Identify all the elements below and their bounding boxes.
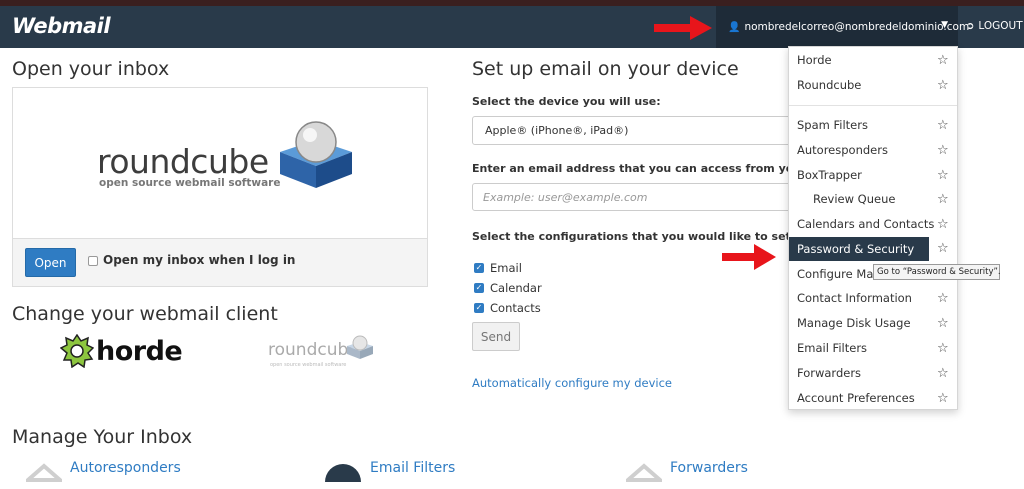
roundcube-tagline: open source webmail software <box>99 177 281 189</box>
dropdown-item-label: Account Preferences <box>797 391 915 405</box>
dropdown-item-spam-filters[interactable]: Spam Filters ☆ <box>789 113 957 137</box>
dropdown-item-contact-information[interactable]: Contact Information ☆ <box>789 286 957 310</box>
dropdown-item-review-queue[interactable]: Review Queue ☆ <box>789 187 957 211</box>
user-icon: 👤 <box>728 21 741 33</box>
dropdown-item-boxtrapper[interactable]: BoxTrapper ☆ <box>789 163 957 187</box>
roundcube-panel-footer: Open Open my inbox when I log in <box>13 238 427 286</box>
star-icon[interactable]: ☆ <box>937 316 949 331</box>
dropdown-item-calendars-contacts[interactable]: Calendars and Contacts ☆ <box>789 212 957 236</box>
send-button[interactable]: Send <box>472 322 520 351</box>
roundcube-wordmark: roundcube <box>97 142 269 181</box>
manage-autoresponders-link[interactable]: Autoresponders <box>70 460 181 476</box>
dropdown-item-label: Review Queue <box>813 192 896 206</box>
device-select-label: Select the device you will use: <box>472 95 661 108</box>
dropdown-item-horde[interactable]: Horde ☆ <box>789 48 957 72</box>
star-icon[interactable]: ☆ <box>937 241 949 256</box>
dropdown-item-manage-disk-usage[interactable]: Manage Disk Usage ☆ <box>789 311 957 335</box>
roundcube-cube-icon <box>280 121 352 188</box>
forwarders-icon <box>626 463 662 482</box>
manage-inbox-heading: Manage Your Inbox <box>12 426 193 448</box>
roundcube-small-cube-icon <box>347 335 373 359</box>
autoresponders-icon <box>26 463 62 482</box>
star-icon[interactable]: ☆ <box>937 53 949 68</box>
open-inbox-checkbox[interactable] <box>88 256 98 266</box>
dropdown-item-account-preferences[interactable]: Account Preferences ☆ <box>789 386 957 410</box>
star-icon[interactable]: ☆ <box>937 192 949 207</box>
star-icon[interactable]: ☆ <box>937 217 949 232</box>
config-contacts-option[interactable]: ✓ Contacts <box>474 301 541 315</box>
star-icon[interactable]: ☆ <box>937 291 949 306</box>
logout-icon: ➲ <box>966 20 975 32</box>
manage-email-filters-link[interactable]: Email Filters <box>370 460 455 476</box>
manage-forwarders-link[interactable]: Forwarders <box>670 460 748 476</box>
dropdown-item-label: Manage Disk Usage <box>797 316 911 330</box>
config-email-option[interactable]: ✓ Email <box>474 261 522 275</box>
star-icon[interactable]: ☆ <box>937 391 949 406</box>
star-icon[interactable]: ☆ <box>937 143 949 158</box>
star-icon[interactable]: ☆ <box>937 168 949 183</box>
user-dropdown-menu: Horde ☆ Roundcube ☆ Spam Filters ☆ Autoresp… <box>788 46 958 410</box>
dropdown-item-label: Spam Filters <box>797 118 868 132</box>
dropdown-item-label: Contact Information <box>797 291 912 305</box>
red-arrow-icon <box>722 244 776 270</box>
dropdown-separator <box>789 105 957 106</box>
top-navbar: Webmail 👤 nombredelcorreo@nombredeldomin… <box>0 6 1024 48</box>
email-filters-icon <box>325 464 361 482</box>
roundcube-logo: roundcube open source webmail software <box>13 88 427 238</box>
dropdown-item-label: Horde <box>797 53 832 67</box>
dropdown-item-email-filters[interactable]: Email Filters ☆ <box>789 336 957 360</box>
open-button[interactable]: Open <box>25 248 76 277</box>
checkbox-checked-icon[interactable]: ✓ <box>474 303 484 313</box>
star-icon[interactable]: ☆ <box>937 78 949 93</box>
dropdown-item-autoresponders[interactable]: Autoresponders ☆ <box>789 138 957 162</box>
open-inbox-checkbox-label[interactable]: Open my inbox when I log in <box>103 253 295 267</box>
logout-label: LOGOUT <box>978 20 1023 32</box>
dropdown-item-roundcube[interactable]: Roundcube ☆ <box>789 73 957 97</box>
dropdown-item-label: Forwarders <box>797 366 862 380</box>
open-inbox-heading: Open your inbox <box>12 58 170 80</box>
auto-configure-link[interactable]: Automatically configure my device <box>472 376 672 390</box>
dropdown-item-label: Autoresponders <box>797 143 888 157</box>
webmail-logo[interactable]: Webmail <box>12 14 111 38</box>
caret-down-icon: ▼ <box>941 20 948 30</box>
user-menu-button[interactable]: 👤 nombredelcorreo@nombredeldominio.com ▼ <box>716 6 969 48</box>
dropdown-item-label: Email Filters <box>797 341 868 355</box>
dropdown-item-label: Calendars and Contacts <box>797 217 935 231</box>
tooltip: Go to “Password & Security”. <box>873 264 1001 280</box>
config-calendar-option[interactable]: ✓ Calendar <box>474 281 542 295</box>
dropdown-item-label: Configure Mail <box>797 267 880 281</box>
star-icon[interactable]: ☆ <box>937 118 949 133</box>
dropdown-item-label: Password & Security <box>797 242 915 256</box>
config-email-label: Email <box>490 261 522 275</box>
email-input-label: Enter an email address that you can acce… <box>472 162 826 175</box>
checkbox-checked-icon[interactable]: ✓ <box>474 283 484 293</box>
setup-device-heading: Set up email on your device <box>472 58 739 80</box>
dropdown-item-forwarders[interactable]: Forwarders ☆ <box>789 361 957 385</box>
change-client-heading: Change your webmail client <box>12 303 278 325</box>
horde-client-logo[interactable]: horde <box>60 334 183 368</box>
checkbox-checked-icon[interactable]: ✓ <box>474 263 484 273</box>
dropdown-item-label: BoxTrapper <box>797 168 862 182</box>
config-calendar-label: Calendar <box>490 281 542 295</box>
star-icon[interactable]: ☆ <box>937 341 949 356</box>
roundcube-panel: roundcube open source webmail software O… <box>12 87 428 287</box>
roundcube-small-tagline: open source webmail software <box>270 362 347 368</box>
user-email: nombredelcorreo@nombredeldominio.com <box>744 21 970 33</box>
logout-link[interactable]: ➲ LOGOUT <box>966 20 1023 32</box>
horde-gear-icon <box>60 334 94 368</box>
red-arrow-icon <box>654 16 712 40</box>
email-input[interactable]: Example: user@example.com <box>472 183 802 211</box>
horde-wordmark: horde <box>96 335 183 367</box>
dropdown-item-label: Roundcube <box>797 78 862 92</box>
config-label: Select the configurations that you would… <box>472 230 815 243</box>
config-contacts-label: Contacts <box>490 301 541 315</box>
device-select[interactable]: Apple® (iPhone®, iPad®) <box>472 116 802 145</box>
star-icon[interactable]: ☆ <box>937 366 949 381</box>
dropdown-item-password-security[interactable]: Password & Security <box>789 237 929 261</box>
